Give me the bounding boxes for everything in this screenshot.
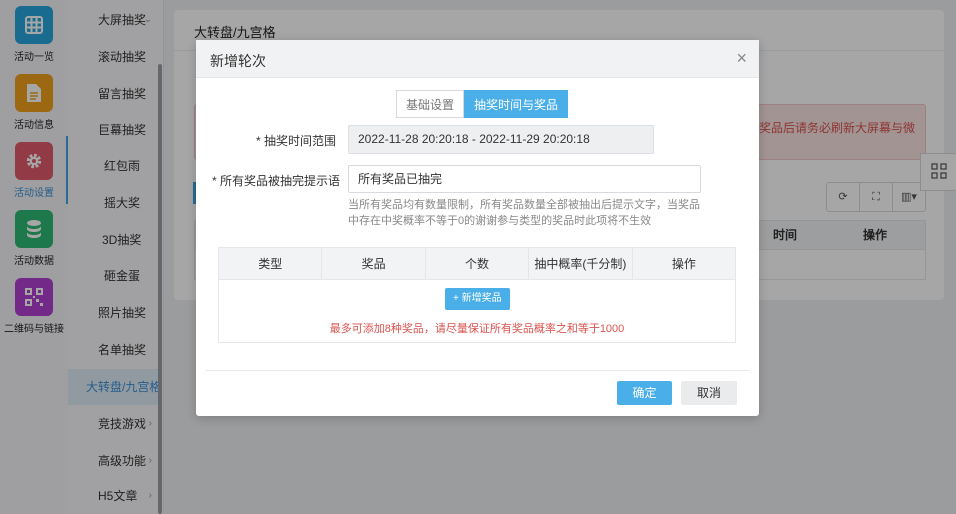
confirm-button[interactable]: 确定 — [617, 381, 672, 405]
time-range-input[interactable]: 2022-11-28 20:20:18 - 2022-11-29 20:20:1… — [348, 125, 654, 154]
prize-limit-note: 最多可添加8种奖品，请尽量保证所有奖品概率之和等于1000 — [329, 323, 625, 335]
prize-table-header: 类型 奖品 个数 抽中概率(千分制) 操作 — [219, 248, 735, 280]
cancel-button[interactable]: 取消 — [681, 381, 737, 405]
help-text: 当所有奖品均有数量限制，所有奖品数量全部被抽出后提示文字，当奖品中存在中奖概率不… — [348, 199, 700, 227]
empty-tip-input[interactable]: 所有奖品已抽完 — [348, 165, 701, 193]
dialog-title: 新增轮次 — [210, 53, 266, 69]
add-round-dialog: 新增轮次 × 基础设置 抽奖时间与奖品 * 抽奖时间范围 2022-11-28 … — [196, 40, 759, 416]
divider — [206, 370, 749, 371]
column-header-prize: 奖品 — [322, 248, 426, 279]
column-header-action: 操作 — [671, 257, 696, 271]
column-header-type: 类型 — [219, 248, 323, 279]
column-header-probability: 抽中概率(千分制) — [529, 248, 633, 279]
dialog-header: 新增轮次 × — [196, 40, 759, 78]
close-icon[interactable]: × — [736, 48, 747, 69]
prize-table: 类型 奖品 个数 抽中概率(千分制) 操作 + 新增奖品 最多可添加8种奖品，请… — [218, 247, 736, 343]
add-prize-button[interactable]: + 新增奖品 — [445, 288, 510, 310]
tab-basic-settings[interactable]: 基础设置 — [396, 90, 465, 118]
column-header-count: 个数 — [426, 248, 530, 279]
time-range-label: * 抽奖时间范围 — [256, 134, 337, 148]
tab-time-and-prizes[interactable]: 抽奖时间与奖品 — [464, 90, 569, 118]
empty-tip-label: * 所有奖品被抽完提示语 — [212, 174, 341, 188]
dialog-tabs: 基础设置 抽奖时间与奖品 — [396, 90, 569, 118]
